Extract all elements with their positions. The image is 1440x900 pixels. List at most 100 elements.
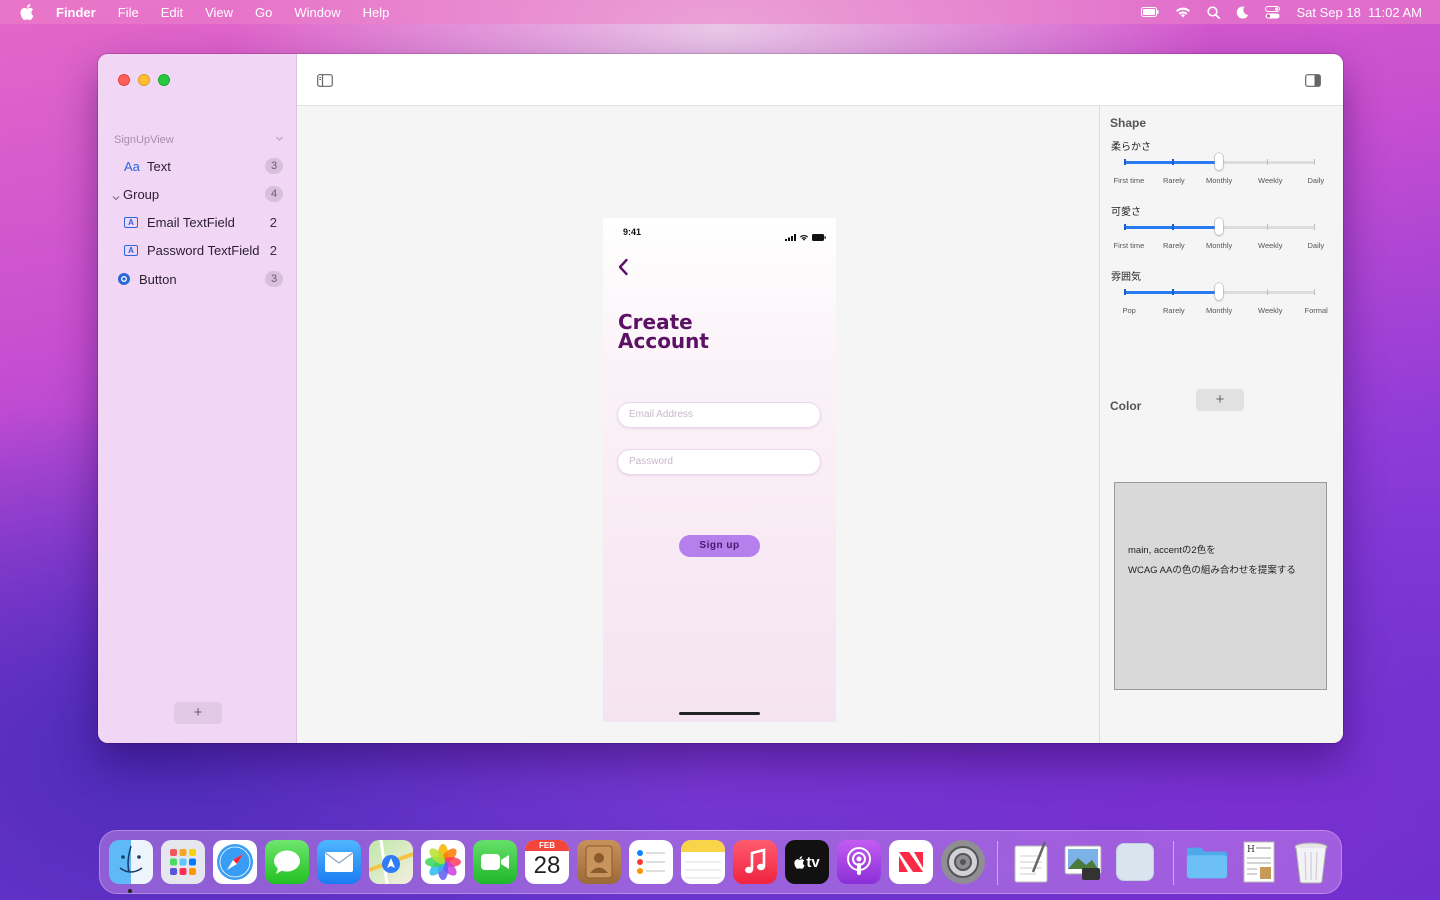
facetime-icon[interactable] xyxy=(473,840,517,884)
blank-app-icon[interactable] xyxy=(1113,840,1157,884)
menu-go[interactable]: Go xyxy=(255,5,272,20)
system-preferences-icon[interactable] xyxy=(941,840,985,884)
menu-window[interactable]: Window xyxy=(294,5,340,20)
sidebar-item-label: Password TextField xyxy=(147,242,260,258)
password-field[interactable]: Password xyxy=(617,449,821,475)
sidebar-item-group[interactable]: Group 4 xyxy=(98,182,297,206)
slider-tick xyxy=(1171,224,1174,230)
slider-tick-label: First time xyxy=(1113,241,1145,250)
sidebar-item-text[interactable]: Aa Text 3 xyxy=(98,154,297,178)
dock: FEB 28 tv H xyxy=(99,830,1342,894)
contacts-icon[interactable] xyxy=(577,840,621,884)
control-center-icon[interactable] xyxy=(1265,5,1281,19)
slider-tick xyxy=(1171,289,1174,295)
atmosphere-slider-label: 雰囲気 xyxy=(1111,272,1141,283)
photos-icon[interactable] xyxy=(421,840,465,884)
phone-preview: 9:41 Create Account Email Address Passwo… xyxy=(603,218,836,722)
slider-tick xyxy=(1124,289,1126,295)
reminders-icon[interactable] xyxy=(629,840,673,884)
back-chevron-icon[interactable] xyxy=(617,258,629,281)
chevron-down-icon[interactable] xyxy=(112,190,120,205)
toolbar xyxy=(297,54,1343,106)
menu-view[interactable]: View xyxy=(205,5,233,20)
slider-tick xyxy=(1124,224,1126,230)
minimize-window-button[interactable] xyxy=(138,74,150,86)
menu-app-name[interactable]: Finder xyxy=(56,5,96,20)
calendar-month: FEB xyxy=(525,840,569,851)
cuteness-tick-labels: First time Rarely Monthly Weekly Daily xyxy=(1112,241,1334,251)
wifi-icon[interactable] xyxy=(1175,6,1191,18)
sign-up-button[interactable]: Sign up xyxy=(679,535,760,557)
preview-icon[interactable] xyxy=(1061,840,1105,884)
calendar-icon[interactable]: FEB 28 xyxy=(525,840,569,884)
spotlight-search-icon[interactable] xyxy=(1207,5,1221,19)
focus-moon-icon[interactable] xyxy=(1236,6,1249,19)
slider-tick xyxy=(1266,289,1268,295)
sidebar-item-password-textfield[interactable]: A Password TextField 2 xyxy=(98,238,297,262)
textfield-icon: A xyxy=(124,216,138,228)
sidebar-item-email-textfield[interactable]: A Email TextField 2 xyxy=(98,210,297,234)
count-badge: 3 xyxy=(265,271,283,287)
inspector-toggle-icon[interactable] xyxy=(1305,74,1321,92)
slider-tick xyxy=(1314,289,1315,295)
chevron-down-icon[interactable] xyxy=(275,134,284,146)
slider-thumb[interactable] xyxy=(1215,283,1223,300)
slider-tick xyxy=(1124,159,1126,165)
atmosphere-slider[interactable] xyxy=(1124,283,1315,300)
sidebar: SignUpView Aa Text 3 Group 4 A Email Tex… xyxy=(98,54,297,743)
outline-header[interactable]: SignUpView xyxy=(114,134,284,148)
status-icons xyxy=(785,228,826,246)
apple-tv-icon[interactable]: tv xyxy=(785,840,829,884)
add-element-button[interactable]: + xyxy=(174,702,222,724)
slider-tick xyxy=(1314,224,1315,230)
sidebar-item-label: Email TextField xyxy=(147,214,235,230)
podcasts-icon[interactable] xyxy=(837,840,881,884)
slider-tick-label: First time xyxy=(1113,176,1145,185)
sidebar-toggle-icon[interactable] xyxy=(317,74,333,92)
softness-slider[interactable] xyxy=(1124,153,1315,170)
menu-datetime[interactable]: Sat Sep 18 11:02 AM xyxy=(1296,5,1422,20)
count-badge: 4 xyxy=(265,186,283,202)
softness-tick-labels: First time Rarely Monthly Weekly Daily xyxy=(1112,176,1334,186)
dock-separator xyxy=(1173,841,1174,885)
inspector-panel: Shape 柔らかさ First time Rarely Monthly Weekly… xyxy=(1099,106,1343,743)
calendar-day: 28 xyxy=(533,852,561,879)
maps-icon[interactable] xyxy=(369,840,413,884)
slider-tick-label: Rarely xyxy=(1163,306,1185,315)
textedit-icon[interactable] xyxy=(1009,840,1053,884)
news-icon[interactable] xyxy=(889,840,933,884)
slider-thumb[interactable] xyxy=(1215,218,1223,235)
textfield-icon: A xyxy=(124,244,138,256)
mail-icon[interactable] xyxy=(317,840,361,884)
slider-tick-label: Pop xyxy=(1122,306,1136,315)
menu-file[interactable]: File xyxy=(118,5,139,20)
apple-icon[interactable] xyxy=(20,4,34,20)
battery-icon xyxy=(812,228,826,246)
trash-icon[interactable] xyxy=(1289,840,1333,884)
close-window-button[interactable] xyxy=(118,74,130,86)
sidebar-item-label: Group xyxy=(123,186,160,202)
launchpad-icon[interactable] xyxy=(161,840,205,884)
xcode-window: SignUpView Aa Text 3 Group 4 A Email Tex… xyxy=(98,54,1343,743)
music-icon[interactable] xyxy=(733,840,777,884)
notes-icon[interactable] xyxy=(681,840,725,884)
menu-edit[interactable]: Edit xyxy=(161,5,183,20)
menu-help[interactable]: Help xyxy=(363,5,390,20)
messages-icon[interactable] xyxy=(265,840,309,884)
folder-icon[interactable] xyxy=(1185,840,1229,884)
safari-icon[interactable] xyxy=(213,840,257,884)
cuteness-slider[interactable] xyxy=(1124,218,1315,235)
battery-icon[interactable] xyxy=(1141,7,1159,17)
email-field[interactable]: Email Address xyxy=(617,402,821,428)
sidebar-item-button[interactable]: Button 3 xyxy=(98,267,297,291)
note-line-1: main, accentの2色を xyxy=(1128,545,1216,556)
title-line-2: Account xyxy=(618,329,709,353)
slider-thumb[interactable] xyxy=(1215,153,1223,170)
zoom-window-button[interactable] xyxy=(158,74,170,86)
menu-bar: Finder File Edit View Go Window Help Sat… xyxy=(0,0,1440,24)
slider-tick xyxy=(1266,159,1268,165)
add-shape-button[interactable]: + xyxy=(1196,389,1244,411)
document-icon[interactable]: H xyxy=(1237,840,1281,884)
finder-icon[interactable] xyxy=(109,840,153,884)
slider-tick xyxy=(1171,159,1174,165)
